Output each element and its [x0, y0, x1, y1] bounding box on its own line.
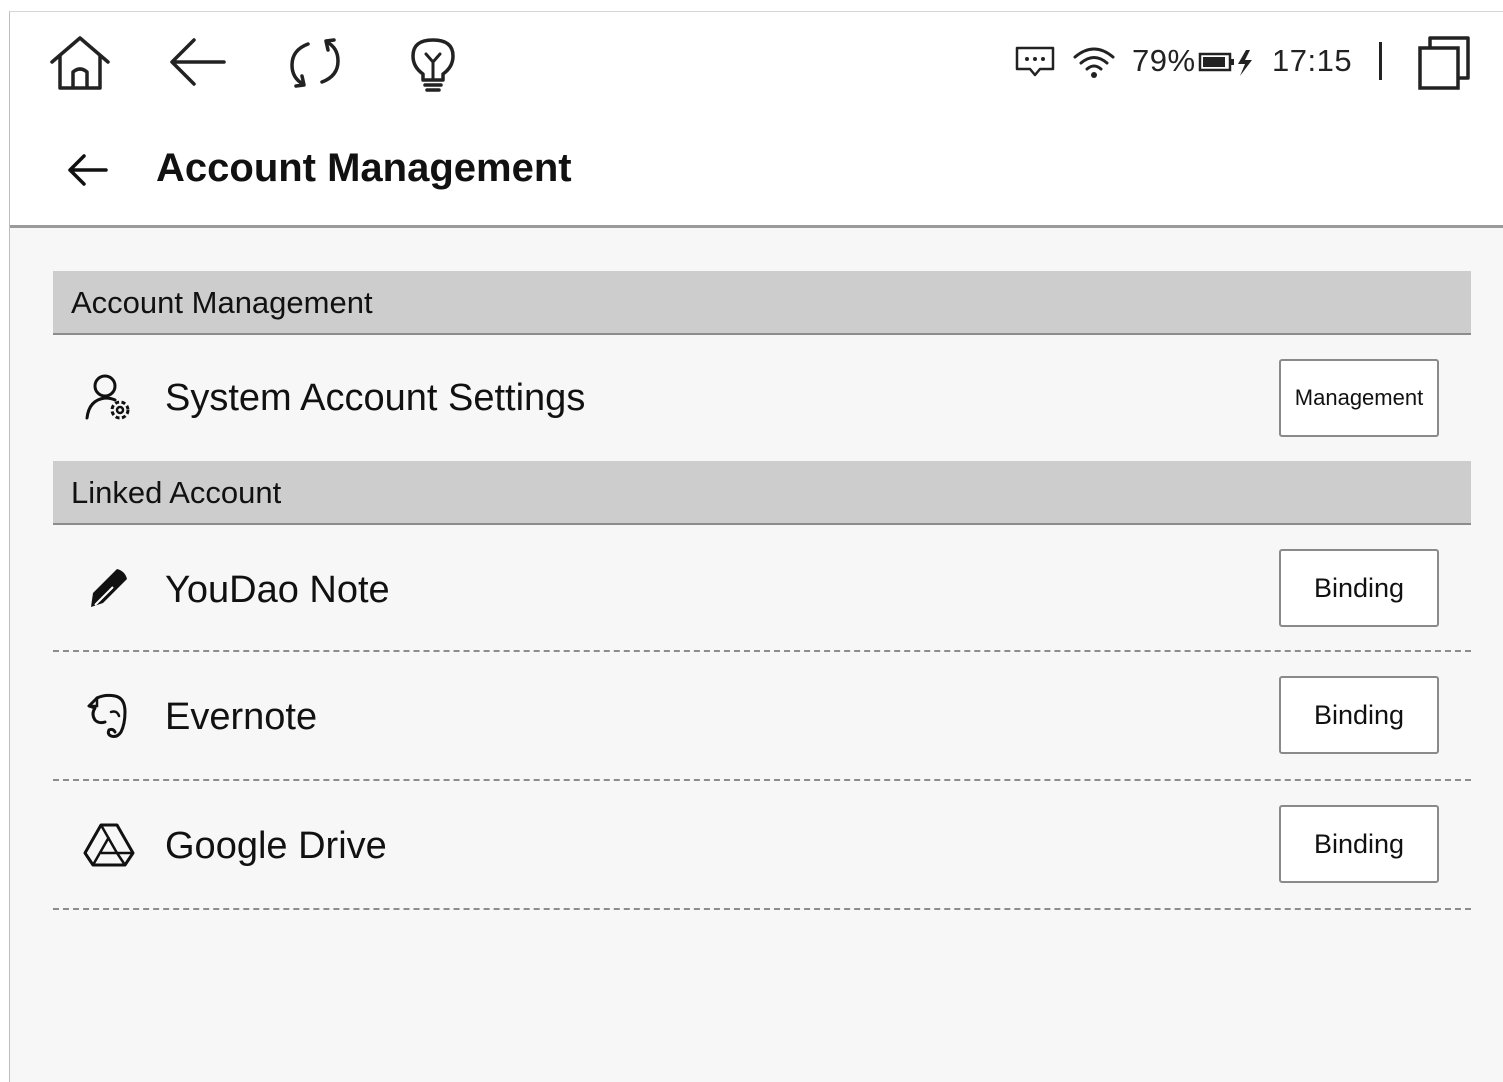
window-switch-icon[interactable]: [1416, 34, 1472, 92]
settings-list: Account Management System Account Settin…: [53, 271, 1471, 910]
youdao-binding-button[interactable]: Binding: [1279, 549, 1439, 627]
lightbulb-icon[interactable]: [408, 34, 458, 96]
section-header-linked-account: Linked Account: [53, 461, 1471, 525]
message-icon[interactable]: [1014, 45, 1056, 79]
clock-time: 17:15: [1272, 43, 1353, 78]
wifi-icon[interactable]: [1072, 45, 1116, 79]
list-item-evernote[interactable]: Evernote Binding: [53, 652, 1471, 781]
back-arrow-icon[interactable]: [168, 34, 228, 90]
youdao-pen-icon: [83, 563, 135, 615]
refresh-icon[interactable]: [286, 34, 344, 92]
battery-charging-icon: [1198, 48, 1254, 78]
google-drive-binding-button[interactable]: Binding: [1279, 805, 1439, 883]
list-item-system-account-settings[interactable]: System Account Settings Management: [53, 335, 1471, 461]
device-screen: 79% 17:15 Account Management Account Man…: [9, 11, 1503, 1082]
list-item-label: Evernote: [165, 696, 318, 738]
user-settings-icon: [83, 372, 135, 424]
home-icon[interactable]: [46, 32, 114, 92]
evernote-binding-button[interactable]: Binding: [1279, 676, 1439, 754]
management-button[interactable]: Management: [1279, 359, 1439, 437]
section-header-account-management: Account Management: [53, 271, 1471, 335]
back-arrow-icon[interactable]: [62, 148, 114, 192]
header: 79% 17:15 Account Management: [10, 12, 1503, 228]
list-item-label: YouDao Note: [165, 569, 390, 611]
list-item-label: Google Drive: [165, 825, 387, 867]
list-item-label: System Account Settings: [165, 377, 586, 419]
battery-percent: 79%: [1132, 43, 1196, 78]
list-item-youdao-note[interactable]: YouDao Note Binding: [53, 525, 1471, 652]
list-item-google-drive[interactable]: Google Drive Binding: [53, 781, 1471, 910]
title-bar: Account Management: [10, 132, 1503, 212]
google-drive-icon: [83, 819, 135, 871]
status-divider: [1379, 42, 1382, 80]
status-bar: 79% 17:15: [10, 12, 1503, 112]
page-title: Account Management: [156, 146, 572, 190]
evernote-elephant-icon: [83, 690, 135, 742]
